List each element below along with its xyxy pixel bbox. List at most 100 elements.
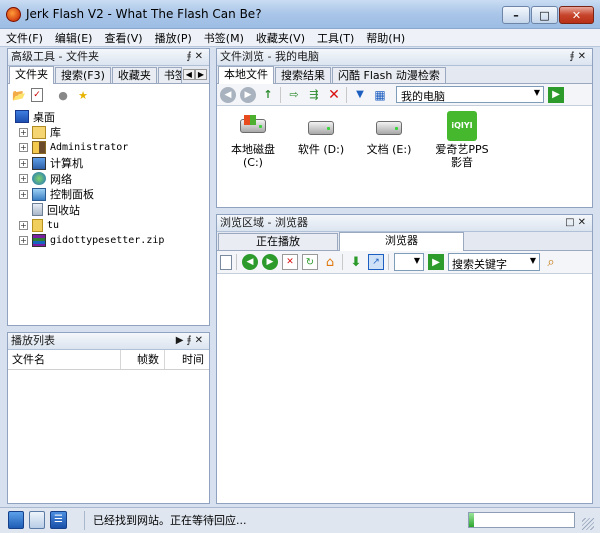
maximize-button[interactable]: □ <box>531 6 558 24</box>
drive-c[interactable]: 本地磁盘 (C:) <box>223 115 283 169</box>
window-title: Jerk Flash V2 - What The Flash Can Be? <box>26 7 262 21</box>
expand-icon[interactable]: + <box>19 189 28 199</box>
menu-help[interactable]: 帮助(H) <box>366 30 405 46</box>
tree-item-administrator[interactable]: + Administrator <box>15 140 209 156</box>
tab-scroll-left-icon[interactable]: ◀ <box>182 69 195 80</box>
tab-search-results[interactable]: 搜索结果 <box>275 67 331 83</box>
menu-view[interactable]: 查看(V) <box>104 30 142 46</box>
tree-item-tu[interactable]: + tu <box>15 218 209 234</box>
resize-grip-icon[interactable] <box>582 518 594 530</box>
menu-play[interactable]: 播放(P) <box>155 30 192 46</box>
menu-file[interactable]: 文件(F) <box>6 30 43 46</box>
menu-edit[interactable]: 编辑(E) <box>55 30 93 46</box>
forward-icon[interactable]: ▶ <box>240 86 256 103</box>
tab-browser[interactable]: 浏览器 <box>339 232 464 251</box>
tree-item-control-panel[interactable]: + 控制面板 <box>15 187 209 203</box>
playlist-view-icon[interactable]: ☰ <box>50 511 67 529</box>
drive-label: 爱奇艺PPS影音 <box>435 143 489 169</box>
tree-item-desktop[interactable]: 桌面 <box>15 109 209 125</box>
tab-bookmarks[interactable]: 书签 <box>157 67 182 83</box>
go-icon[interactable]: ▶ <box>548 86 564 103</box>
minimize-button[interactable]: – <box>502 6 530 24</box>
tree-item-label: 网络 <box>50 172 72 186</box>
column-frames[interactable]: 帧数 <box>121 350 165 369</box>
expand-icon[interactable]: + <box>19 158 28 168</box>
iqiyi-shortcut[interactable]: iQIYI 爱奇艺PPS影音 <box>426 111 498 169</box>
folder-panel-title-text: 高级工具 - 文件夹 <box>11 50 99 63</box>
expand-icon[interactable]: + <box>19 127 28 137</box>
tab-local-files[interactable]: 本地文件 <box>218 66 274 84</box>
chevron-down-icon[interactable]: ▼ <box>530 256 536 265</box>
recycle-bin-icon <box>32 203 43 217</box>
tab-favorites[interactable]: 收藏夹 <box>111 67 157 83</box>
delete-icon[interactable]: ✕ <box>326 87 342 103</box>
open-folder-icon[interactable]: 📂 <box>11 87 27 103</box>
properties-icon[interactable]: ✓ <box>31 88 43 102</box>
column-filename[interactable]: 文件名 <box>8 350 121 369</box>
add-favorite-icon[interactable]: ★ <box>75 87 91 103</box>
panel-close-icon[interactable]: ✕ <box>578 51 589 62</box>
tree-item-label: Administrator <box>50 142 129 154</box>
pin-icon[interactable]: ⨎ <box>569 51 577 62</box>
download-icon[interactable]: ⬇ <box>348 254 364 270</box>
refresh-icon[interactable]: ↻ <box>302 254 318 270</box>
tab-search[interactable]: 搜索(F3) <box>55 67 111 83</box>
tree-item-network[interactable]: + 网络 <box>15 171 209 187</box>
tree-item-recycle-bin[interactable]: 回收站 <box>15 202 209 218</box>
back-icon[interactable]: ◀ <box>220 86 236 103</box>
status-text: 已经找到网站。正在等待回应... <box>84 511 460 530</box>
filter-icon[interactable]: ▼ <box>352 87 368 103</box>
copy-icon[interactable]: ⇶ <box>306 87 322 103</box>
column-time[interactable]: 时间 <box>165 350 209 369</box>
address-combobox[interactable]: 我的电脑 ▼ <box>396 86 544 103</box>
tree-item-label: 桌面 <box>33 110 55 124</box>
tab-flash-search[interactable]: 闪酷 Flash 动漫检索 <box>332 67 446 83</box>
panel-close-icon[interactable]: ✕ <box>195 335 206 346</box>
forward-icon[interactable]: ▶ <box>262 254 278 270</box>
folder-view-icon[interactable] <box>8 511 24 529</box>
expand-icon[interactable]: + <box>19 236 28 246</box>
tree-item-zip[interactable]: + gidottypesetter.zip <box>15 233 209 249</box>
expand-icon[interactable]: + <box>19 174 28 184</box>
tab-now-playing[interactable]: 正在播放 <box>218 233 338 250</box>
pin-icon[interactable]: ⨎ <box>186 335 194 346</box>
computer-icon <box>32 156 46 170</box>
up-folder-icon[interactable]: ↑ <box>260 87 276 103</box>
search-icon[interactable]: ⌕ <box>543 254 559 270</box>
pin-icon[interactable]: ⨎ <box>186 51 194 62</box>
stop-icon[interactable]: ✕ <box>282 254 298 270</box>
iqiyi-icon: iQIYI <box>447 111 477 141</box>
panel-close-icon[interactable]: ✕ <box>578 217 589 228</box>
tree-item-library[interactable]: + 库 <box>15 125 209 141</box>
menu-favorites[interactable]: 收藏夹(V) <box>256 30 305 46</box>
search-keyword-combobox[interactable]: 搜索关键字 ▼ <box>448 253 540 271</box>
move-icon[interactable]: ⇨ <box>286 87 302 103</box>
menu-bookmarks[interactable]: 书签(M) <box>204 30 244 46</box>
menu-tools[interactable]: 工具(T) <box>317 30 354 46</box>
view-mode-icon[interactable]: ▦ <box>372 87 388 103</box>
expand-icon[interactable]: + <box>19 143 28 153</box>
back-icon[interactable]: ◀ <box>242 254 258 270</box>
close-button[interactable]: ✕ <box>559 6 594 24</box>
web-browser-panel: 浏览区域 - 浏览器 □✕ 正在播放 浏览器 ◀ ▶ ✕ ↻ ⌂ ⬇ ↗ ▼ ▶… <box>216 214 593 504</box>
play-icon[interactable]: ▶ <box>176 335 187 346</box>
maximize-panel-icon[interactable]: □ <box>565 217 577 228</box>
fullscreen-icon[interactable]: ↗ <box>368 254 384 270</box>
tree-item-computer[interactable]: + 计算机 <box>15 156 209 172</box>
go-icon[interactable]: ▶ <box>428 254 444 270</box>
chevron-down-icon[interactable]: ▼ <box>414 256 420 265</box>
drive-e[interactable]: 文档 (E:) <box>359 115 419 156</box>
bookmark-icon[interactable]: ● <box>55 87 71 103</box>
new-page-icon[interactable] <box>220 254 232 270</box>
panel-close-icon[interactable]: ✕ <box>195 51 206 62</box>
drive-d[interactable]: 软件 (D:) <box>291 115 351 156</box>
browser-view-icon[interactable] <box>29 511 45 529</box>
home-icon[interactable]: ⌂ <box>322 254 338 270</box>
tab-scroll-right-icon[interactable]: ▶ <box>194 69 207 80</box>
expand-icon[interactable]: + <box>19 220 28 230</box>
file-browser-title: 文件浏览 - 我的电脑 ⨎✕ <box>217 49 592 66</box>
url-combobox[interactable]: ▼ <box>394 253 424 271</box>
minimize-icon: – <box>513 8 519 22</box>
tab-folders[interactable]: 文件夹 <box>9 66 54 84</box>
chevron-down-icon[interactable]: ▼ <box>534 88 540 97</box>
